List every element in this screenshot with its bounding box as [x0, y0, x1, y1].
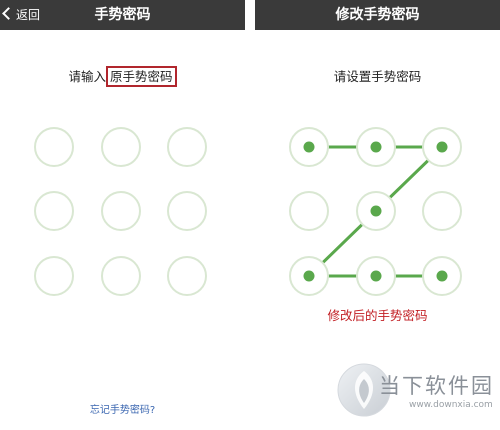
pattern-node-ring — [167, 127, 207, 167]
pattern-node-dot — [370, 270, 382, 282]
pattern-node-6[interactable] — [422, 191, 462, 231]
left-pattern-canvas[interactable] — [0, 0, 245, 430]
watermark-url: www.downxia.com — [409, 400, 493, 410]
left-screen: 返回 手势密码 请输入 原手势密码 忘记手势密码? — [0, 0, 245, 430]
pattern-node-dot — [303, 141, 315, 153]
pattern-node-9[interactable] — [422, 256, 462, 296]
pattern-node-ring — [167, 191, 207, 231]
pattern-node-3[interactable] — [167, 127, 207, 167]
pattern-node-ring — [289, 191, 329, 231]
pattern-node-dot — [436, 141, 448, 153]
pattern-node-5[interactable] — [356, 191, 396, 231]
pattern-node-dot — [370, 205, 382, 217]
pattern-node-ring — [101, 256, 141, 296]
pattern-node-1[interactable] — [34, 127, 74, 167]
pattern-node-7[interactable] — [289, 256, 329, 296]
pattern-node-ring — [34, 256, 74, 296]
watermark: 当下软件园 www.downxia.com — [333, 360, 500, 424]
pattern-node-ring — [101, 191, 141, 231]
pattern-node-1[interactable] — [289, 127, 329, 167]
pattern-node-dot — [303, 270, 315, 282]
pattern-node-8[interactable] — [356, 256, 396, 296]
pattern-node-dot — [370, 141, 382, 153]
pattern-node-ring — [422, 191, 462, 231]
pattern-node-6[interactable] — [167, 191, 207, 231]
pattern-node-2[interactable] — [101, 127, 141, 167]
pattern-node-4[interactable] — [34, 191, 74, 231]
pattern-node-7[interactable] — [34, 256, 74, 296]
pattern-node-4[interactable] — [289, 191, 329, 231]
pattern-node-5[interactable] — [101, 191, 141, 231]
pattern-node-ring — [167, 256, 207, 296]
pattern-node-dot — [436, 270, 448, 282]
pattern-node-3[interactable] — [422, 127, 462, 167]
forgot-pattern-link[interactable]: 忘记手势密码? — [0, 401, 245, 416]
pattern-node-ring — [101, 127, 141, 167]
watermark-name: 当下软件园 — [379, 374, 494, 398]
pattern-node-ring — [34, 191, 74, 231]
pattern-node-8[interactable] — [101, 256, 141, 296]
pattern-node-ring — [34, 127, 74, 167]
pattern-node-2[interactable] — [356, 127, 396, 167]
screen-divider — [245, 0, 255, 430]
modified-pattern-note: 修改后的手势密码 — [327, 308, 428, 323]
pattern-node-9[interactable] — [167, 256, 207, 296]
